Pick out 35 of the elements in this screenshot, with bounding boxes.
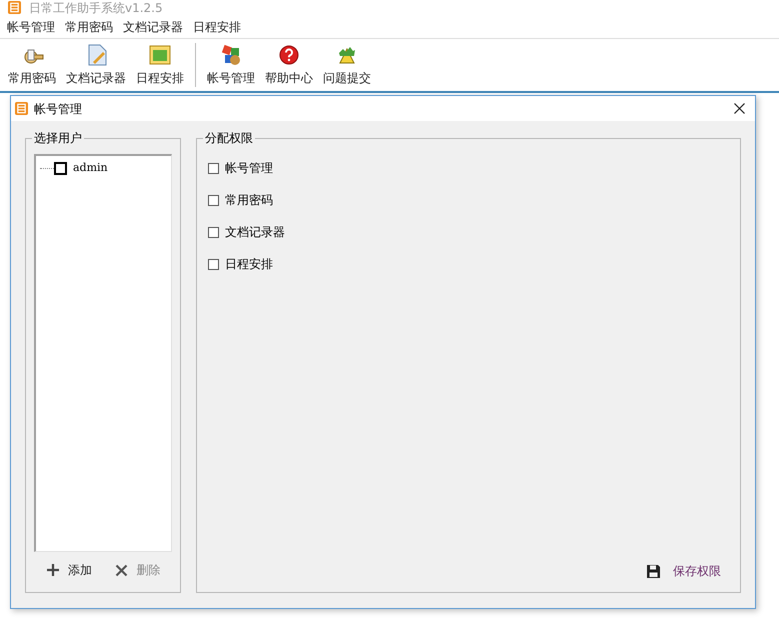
tree-item[interactable]: admin [73,160,108,176]
checkbox[interactable] [208,162,219,174]
toolbar-button[interactable]: 帮助中心 [260,39,318,91]
plus-icon [46,563,60,577]
save-icon [646,564,661,578]
group-title: 选择用户 [32,130,84,146]
group-title: 分配权限 [203,130,255,146]
checkbox-label: 常用密码 [225,192,273,209]
checkbox[interactable] [208,226,219,238]
dialog-title: 帐号管理 [34,100,83,118]
people-icon [219,43,243,67]
checkbox-label: 文档记录器 [225,224,285,241]
toolbar-button[interactable]: 常用密码 [3,39,61,91]
close-icon [734,103,744,114]
window-title: 日常工作助手系统v1.2.5 [29,0,163,14]
app-icon [15,102,28,115]
checkbox-label: 帐号管理 [225,160,273,177]
checkbox-label: 日程安排 [225,256,273,273]
save-button[interactable]: 保存权限 [646,562,721,580]
checkbox[interactable] [54,162,67,175]
calendar-icon [148,43,172,67]
menu-item[interactable]: 常用密码 [60,18,118,36]
toolbar-button[interactable]: 文档记录器 [61,39,131,91]
checkbox[interactable] [208,258,219,270]
add-button[interactable]: 添加 [46,561,92,579]
toolbar-button[interactable]: 帐号管理 [202,39,260,91]
toolbar-button[interactable]: 问题提交 [318,39,376,91]
toolbar-button[interactable]: 日程安排 [131,39,189,91]
close-icon [115,564,128,576]
menu-item[interactable]: 帐号管理 [2,18,60,36]
menu-item[interactable]: 日程安排 [188,18,246,36]
help-icon [277,43,301,67]
menu-item[interactable]: 文档记录器 [118,18,188,36]
checkbox[interactable] [208,194,219,206]
toolbar-separator [195,43,196,87]
